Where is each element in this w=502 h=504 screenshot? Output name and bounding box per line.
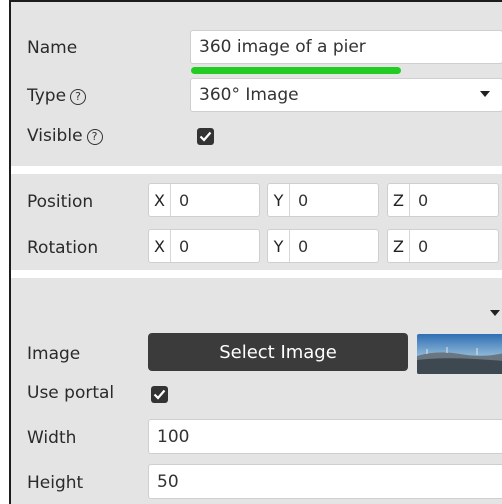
type-label: Type — [27, 86, 67, 106]
rotation-label: Rotation — [27, 238, 99, 258]
properties-panel: Name 360 image of a pier Type? 360° Imag… — [9, 0, 502, 504]
collapse-caret-icon[interactable] — [490, 310, 500, 316]
position-label: Position — [27, 192, 94, 212]
image-label: Image — [27, 344, 81, 364]
panorama-thumbnail-image — [417, 334, 502, 374]
rotation-x-value: 0 — [179, 236, 190, 256]
name-input-value: 360 image of a pier — [199, 37, 366, 57]
position-z-value: 0 — [418, 190, 429, 210]
width-input-value: 100 — [157, 426, 190, 447]
panorama-thumbnail[interactable] — [417, 334, 502, 374]
height-input-value: 50 — [157, 471, 179, 492]
axis-z-label: Z — [388, 230, 410, 262]
visible-label: Visible — [27, 126, 83, 146]
width-label: Width — [27, 428, 77, 448]
axis-y-label: Y — [268, 184, 290, 216]
name-label: Name — [27, 38, 78, 58]
position-z-field[interactable]: Z 0 — [387, 183, 499, 217]
use-portal-label: Use portal — [27, 383, 115, 403]
axis-y-label: Y — [268, 230, 290, 262]
help-icon[interactable]: ? — [70, 89, 87, 105]
checkmark-icon — [199, 131, 212, 142]
width-input[interactable]: 100 — [148, 419, 502, 454]
height-label: Height — [27, 473, 84, 493]
visible-checkbox[interactable] — [197, 128, 214, 145]
type-select[interactable]: 360° Image — [190, 78, 502, 112]
chevron-down-icon — [480, 91, 490, 97]
rotation-y-field[interactable]: Y 0 — [267, 229, 379, 263]
use-portal-checkbox[interactable] — [151, 386, 168, 403]
position-y-field[interactable]: Y 0 — [267, 183, 379, 217]
type-select-value: 360° Image — [199, 85, 299, 105]
section-separator — [11, 270, 502, 278]
height-input[interactable]: 50 — [148, 464, 502, 499]
rotation-y-value: 0 — [298, 236, 309, 256]
checkmark-icon — [153, 389, 166, 400]
axis-x-label: X — [149, 184, 171, 216]
axis-z-label: Z — [388, 184, 410, 216]
help-icon[interactable]: ? — [86, 129, 103, 145]
name-highlight-underline — [191, 67, 401, 74]
type-label-row: Type? — [27, 86, 87, 106]
position-y-value: 0 — [298, 190, 309, 210]
name-input[interactable]: 360 image of a pier — [190, 30, 502, 64]
axis-x-label: X — [149, 230, 171, 262]
rotation-x-field[interactable]: X 0 — [148, 229, 260, 263]
visible-label-row: Visible? — [27, 126, 103, 146]
select-image-button[interactable]: Select Image — [148, 333, 408, 371]
position-x-field[interactable]: X 0 — [148, 183, 260, 217]
section-separator — [11, 166, 502, 174]
position-x-value: 0 — [179, 190, 190, 210]
rotation-z-value: 0 — [418, 236, 429, 256]
rotation-z-field[interactable]: Z 0 — [387, 229, 499, 263]
